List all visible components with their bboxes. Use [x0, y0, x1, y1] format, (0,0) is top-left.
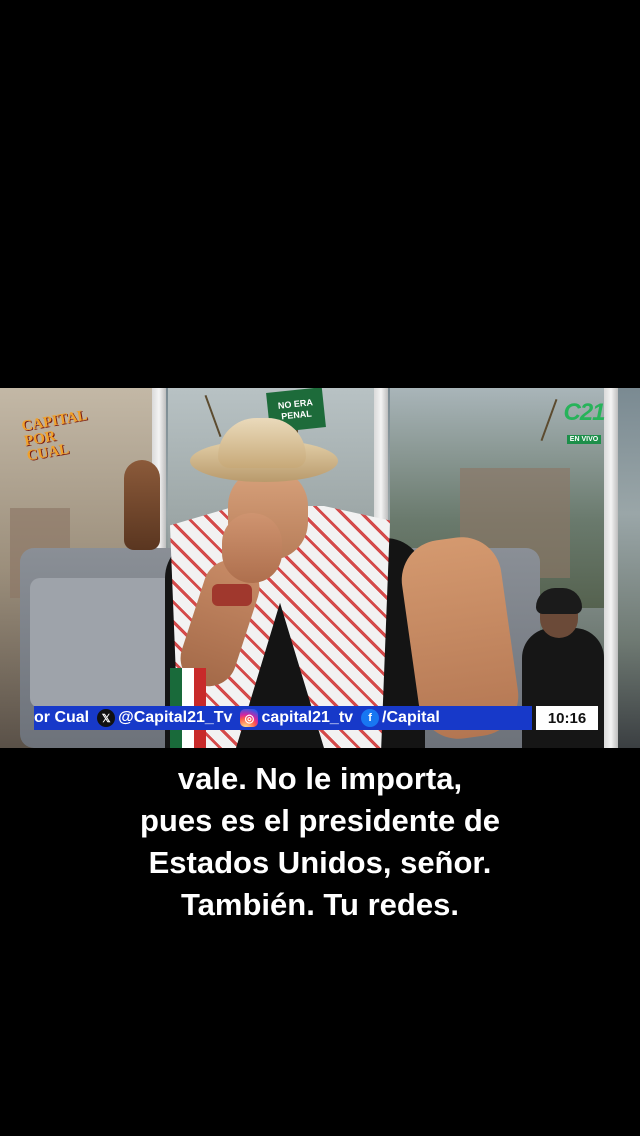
subtitles: vale. No le importa, pues es el presiden…: [0, 758, 640, 926]
interpreter-body: [522, 628, 604, 748]
instagram-icon: ◎: [240, 709, 259, 727]
facebook-handle: /Capital: [382, 709, 440, 726]
interpreter-hair: [536, 588, 582, 614]
channel-mark: C21: [563, 399, 605, 426]
ticker-facebook: f /Capital: [361, 709, 440, 727]
ticker-x: 𝕏 @Capital21_Tv: [97, 709, 232, 727]
ticker-instagram: ◎ capital21_tv: [240, 709, 353, 727]
live-badge: EN VIVO: [566, 435, 602, 444]
subtitle-line: Estados Unidos, señor.: [148, 845, 492, 880]
social-ticker: or Cual 𝕏 @Capital21_Tv ◎ capital21_tv f…: [34, 706, 532, 730]
facebook-icon: f: [361, 709, 380, 727]
subtitle-line: También. Tu redes.: [181, 887, 459, 922]
clock: 10:16: [536, 706, 598, 730]
guitar-prop: [124, 460, 160, 550]
instagram-handle: capital21_tv: [261, 709, 354, 726]
prop-sign-line2: PENAL: [280, 408, 313, 422]
subtitle-line: pues es el presidente de: [139, 803, 501, 838]
x-handle: @Capital21_Tv: [118, 709, 233, 726]
video-frame[interactable]: NO ERA PENAL CAPITAL POR CUAL C21 EN VIV…: [0, 388, 640, 748]
ticker-show-name: or Cual: [34, 709, 90, 726]
subtitle-line: vale. No le importa,: [177, 761, 463, 796]
wristband: [212, 584, 252, 606]
x-icon: 𝕏: [97, 709, 116, 727]
host-hand: [222, 513, 282, 583]
sofa-cushion: [30, 578, 180, 708]
channel-logo: C21 EN VIVO: [554, 400, 614, 445]
